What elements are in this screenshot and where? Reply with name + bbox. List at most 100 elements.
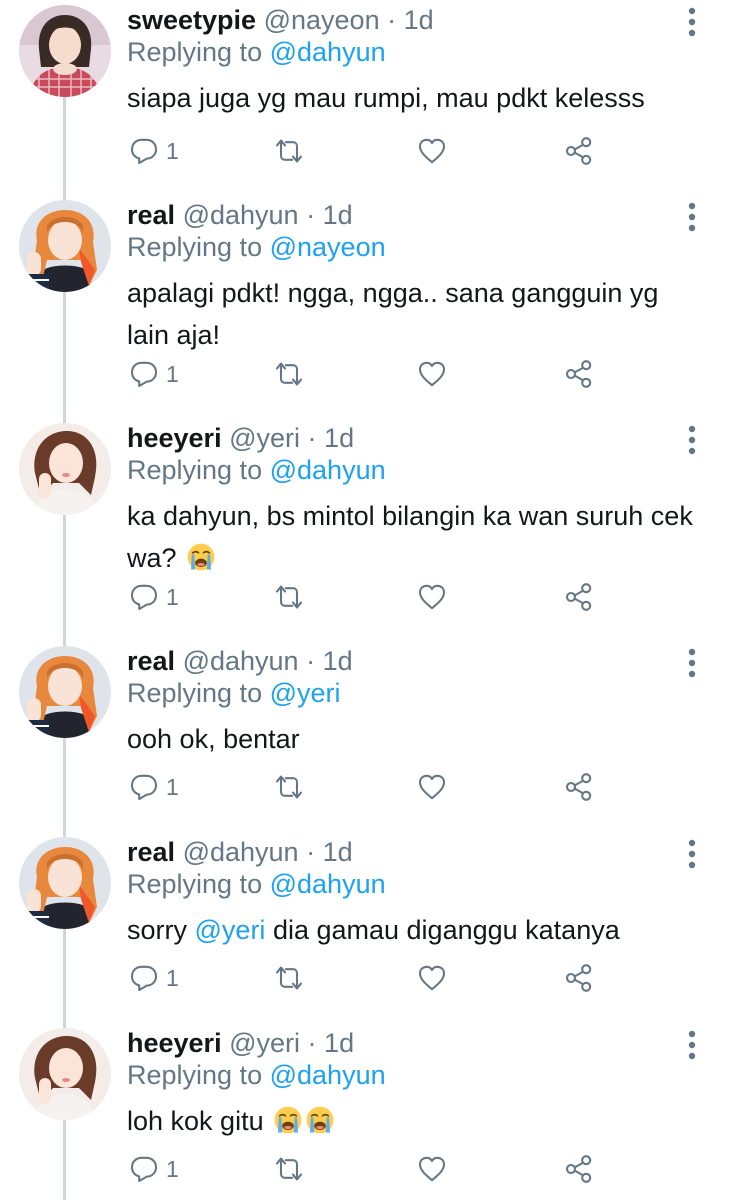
replying-to-mention[interactable]: @nayeon bbox=[270, 232, 386, 262]
user-handle[interactable]: @yeri bbox=[229, 1028, 300, 1058]
replying-prefix: Replying to bbox=[127, 37, 263, 67]
tweet-text: ooh ok, bentar bbox=[127, 718, 697, 760]
retweet-button[interactable] bbox=[271, 577, 307, 617]
share-icon bbox=[563, 358, 595, 390]
avatar[interactable] bbox=[19, 646, 111, 738]
reply-button[interactable]: 1 bbox=[128, 767, 179, 807]
loudly-crying-face-emoji bbox=[186, 542, 216, 572]
more-vertical-icon[interactable] bbox=[682, 424, 702, 456]
timestamp[interactable]: 1d bbox=[323, 837, 353, 867]
retweet-icon bbox=[271, 358, 307, 390]
heart-icon bbox=[416, 581, 448, 613]
separator-dot: · bbox=[306, 646, 316, 676]
retweet-button[interactable] bbox=[271, 354, 307, 394]
display-name[interactable]: real bbox=[127, 837, 175, 867]
avatar[interactable] bbox=[19, 837, 111, 929]
reply-bubble-icon bbox=[128, 962, 160, 994]
separator-dot: · bbox=[387, 5, 397, 35]
tweet-header: heeyeri @yeri · 1d bbox=[127, 1026, 354, 1060]
replying-to-mention[interactable]: @dahyun bbox=[270, 455, 386, 485]
reply-count: 1 bbox=[166, 964, 179, 991]
more-vertical-icon[interactable] bbox=[682, 6, 702, 38]
tweet-text-before: sorry bbox=[127, 915, 187, 945]
tweet-actions: 1 bbox=[0, 354, 741, 394]
display-name[interactable]: sweetypie bbox=[127, 5, 256, 35]
timestamp[interactable]: 1d bbox=[324, 423, 354, 453]
share-button[interactable] bbox=[563, 131, 595, 171]
share-button[interactable] bbox=[563, 1149, 595, 1189]
share-button[interactable] bbox=[563, 767, 595, 807]
replying-to-mention[interactable]: @yeri bbox=[270, 678, 341, 708]
display-name[interactable]: heeyeri bbox=[127, 423, 222, 453]
like-button[interactable] bbox=[416, 577, 448, 617]
replying-prefix: Replying to bbox=[127, 455, 263, 485]
reply-bubble-icon bbox=[128, 581, 160, 613]
display-name[interactable]: heeyeri bbox=[127, 1028, 222, 1058]
heart-icon bbox=[416, 771, 448, 803]
replying-to-mention[interactable]: @dahyun bbox=[270, 869, 386, 899]
tweet-actions: 1 bbox=[0, 958, 741, 998]
retweet-button[interactable] bbox=[271, 131, 307, 171]
like-button[interactable] bbox=[416, 1149, 448, 1189]
like-button[interactable] bbox=[416, 767, 448, 807]
user-handle[interactable]: @dahyun bbox=[183, 646, 299, 676]
timestamp[interactable]: 1d bbox=[323, 646, 353, 676]
like-button[interactable] bbox=[416, 131, 448, 171]
tweet-text: loh kok gitu bbox=[127, 1100, 697, 1142]
display-name[interactable]: real bbox=[127, 646, 175, 676]
reply-button[interactable]: 1 bbox=[128, 354, 179, 394]
avatar[interactable] bbox=[19, 200, 111, 292]
tweet-actions: 1 bbox=[0, 1149, 741, 1189]
tweet-text: ka dahyun, bs mintol bilangin ka wan sur… bbox=[127, 495, 697, 579]
separator-dot: · bbox=[306, 200, 316, 230]
retweet-button[interactable] bbox=[271, 767, 307, 807]
tweet-text-content: loh kok gitu bbox=[127, 1106, 264, 1136]
replying-prefix: Replying to bbox=[127, 232, 263, 262]
user-handle[interactable]: @nayeon bbox=[264, 5, 380, 35]
replying-prefix: Replying to bbox=[127, 1060, 263, 1090]
share-button[interactable] bbox=[563, 958, 595, 998]
reply-count: 1 bbox=[166, 137, 179, 164]
more-vertical-icon[interactable] bbox=[682, 838, 702, 870]
user-handle[interactable]: @yeri bbox=[229, 423, 300, 453]
timestamp[interactable]: 1d bbox=[404, 5, 434, 35]
tweet-actions: 1 bbox=[0, 767, 741, 807]
avatar[interactable] bbox=[19, 423, 111, 515]
replying-to-mention[interactable]: @dahyun bbox=[270, 37, 386, 67]
like-button[interactable] bbox=[416, 354, 448, 394]
timestamp[interactable]: 1d bbox=[323, 200, 353, 230]
user-handle[interactable]: @dahyun bbox=[183, 200, 299, 230]
more-vertical-icon[interactable] bbox=[682, 201, 702, 233]
timestamp[interactable]: 1d bbox=[324, 1028, 354, 1058]
more-vertical-icon[interactable] bbox=[682, 647, 702, 679]
tweet-text-mention[interactable]: @yeri bbox=[195, 915, 266, 945]
retweet-button[interactable] bbox=[271, 958, 307, 998]
share-icon bbox=[563, 1153, 595, 1185]
tweet-actions: 1 bbox=[0, 577, 741, 617]
replying-prefix: Replying to bbox=[127, 869, 263, 899]
tweet-text-content: siapa juga yg mau rumpi, mau pdkt keless… bbox=[127, 83, 645, 113]
replying-prefix: Replying to bbox=[127, 678, 263, 708]
reply-button[interactable]: 1 bbox=[128, 958, 179, 998]
tweet-header: real @dahyun · 1d bbox=[127, 644, 353, 678]
tweet-text: apalagi pdkt! ngga, ngga.. sana gangguin… bbox=[127, 272, 697, 356]
more-vertical-icon[interactable] bbox=[682, 1029, 702, 1061]
user-handle[interactable]: @dahyun bbox=[183, 837, 299, 867]
replying-to-mention[interactable]: @dahyun bbox=[270, 1060, 386, 1090]
like-button[interactable] bbox=[416, 958, 448, 998]
separator-dot: · bbox=[307, 1028, 317, 1058]
reply-button[interactable]: 1 bbox=[128, 1149, 179, 1189]
reply-button[interactable]: 1 bbox=[128, 131, 179, 171]
reply-button[interactable]: 1 bbox=[128, 577, 179, 617]
loudly-crying-face-emoji bbox=[273, 1105, 303, 1135]
display-name[interactable]: real bbox=[127, 200, 175, 230]
avatar[interactable] bbox=[19, 1028, 111, 1120]
tweet-header: heeyeri @yeri · 1d bbox=[127, 421, 354, 455]
share-button[interactable] bbox=[563, 577, 595, 617]
heart-icon bbox=[416, 962, 448, 994]
retweet-button[interactable] bbox=[271, 1149, 307, 1189]
share-icon bbox=[563, 771, 595, 803]
share-button[interactable] bbox=[563, 354, 595, 394]
retweet-icon bbox=[271, 1153, 307, 1185]
avatar[interactable] bbox=[19, 5, 111, 97]
